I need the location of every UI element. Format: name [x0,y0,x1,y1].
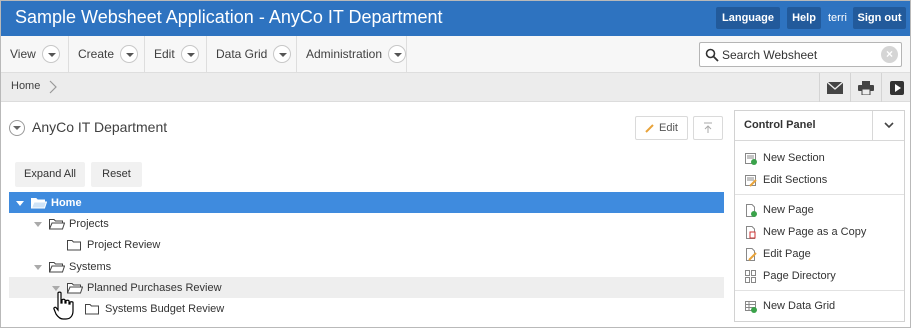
folder-open-icon [31,197,47,208]
chevron-down-icon[interactable] [41,45,60,63]
tree-node-label: Systems [69,260,112,273]
expand-triangle-icon[interactable] [33,262,43,272]
cp-new-data-grid[interactable]: New Data Grid [745,297,835,315]
menu-administration[interactable]: Administration [297,36,407,72]
copy-page-icon [746,225,756,239]
cp-new-section[interactable]: New Section [745,149,825,167]
new-page-icon [746,203,757,217]
printer-icon [858,80,874,95]
edit-sections-icon [745,174,757,187]
tree-node-label: Systems Budget Review [105,302,225,315]
chevron-down-icon[interactable] [388,45,406,63]
tree-node-systems-budget-review[interactable]: Systems Budget Review [9,298,724,319]
region-title: AnyCo IT Department [32,119,168,135]
search-icon [705,48,719,62]
cp-item-label: New Section [763,152,825,164]
new-section-icon [745,152,757,165]
cp-item-label: Page Directory [763,270,836,282]
print-button[interactable] [850,73,881,102]
chevron-down-icon [884,122,894,129]
menu-administration-label: Administration [306,47,383,61]
page-directory-icon [745,269,756,283]
tree-node-label: Project Review [87,238,161,251]
cp-item-label: New Page [763,204,814,216]
tree-node-systems[interactable]: Systems [9,256,724,277]
search-input[interactable] [722,46,872,64]
region-edit-label: Edit [659,122,678,134]
cp-item-label: New Page as a Copy [763,226,867,238]
chevron-right-icon [49,80,57,94]
tree-node-label: Projects [69,217,109,230]
menu-edit[interactable]: Edit [145,36,207,72]
new-data-grid-icon [745,300,757,313]
clear-icon[interactable]: × [881,46,898,63]
reset-button[interactable]: Reset [91,162,142,187]
tree-node-projects[interactable]: Projects [9,213,724,234]
menu-view[interactable]: View [1,36,69,72]
folder-open-icon [49,261,65,272]
play-icon [890,80,904,95]
app-title: Sample Websheet Application - AnyCo IT D… [15,7,443,27]
help-button[interactable]: Help [787,7,821,29]
expand-all-button[interactable]: Expand All [15,162,85,187]
envelope-icon [827,81,843,94]
folder-open-icon [49,218,65,229]
region-collapse-toggle[interactable] [9,120,25,136]
menu-create[interactable]: Create [69,36,145,72]
control-panel-toggle[interactable] [872,111,904,140]
control-panel: Control Panel New Section Edit Sections … [734,110,905,322]
tree-node-label: Home [51,196,82,209]
menu-create-label: Create [78,47,115,61]
menu-bar: View Create Edit Data Grid Administratio… [1,36,910,73]
breadcrumb-home[interactable]: Home [11,80,40,92]
cp-edit-page[interactable]: Edit Page [745,245,811,263]
breadcrumb-bar: Home [1,73,910,102]
menu-data-grid[interactable]: Data Grid [207,36,297,72]
tree-node-project-review[interactable]: Project Review [9,234,724,255]
folder-icon [67,239,81,250]
chevron-down-icon[interactable] [180,45,199,63]
cp-page-directory[interactable]: Page Directory [745,267,836,285]
tree-node-label: Planned Purchases Review [87,281,222,294]
cp-new-page-copy[interactable]: New Page as a Copy [745,223,866,241]
cp-new-page[interactable]: New Page [745,201,814,219]
menu-edit-label: Edit [154,47,175,61]
control-panel-title: Control Panel [744,119,816,131]
sign-out-button[interactable]: Sign out [853,7,906,29]
scroll-top-button[interactable] [693,116,723,140]
cp-edit-sections[interactable]: Edit Sections [745,171,827,189]
cp-item-label: Edit Sections [763,174,828,186]
menu-view-label: View [10,47,36,61]
arrow-top-icon [704,122,712,133]
chevron-down-icon[interactable] [120,45,139,63]
expand-triangle-icon[interactable] [33,219,43,229]
menu-data-grid-label: Data Grid [216,47,268,61]
edit-page-icon [746,247,757,261]
email-button[interactable] [819,73,850,102]
control-panel-header: Control Panel [735,111,904,141]
divider [735,194,904,195]
region-edit-button[interactable]: Edit [635,116,688,140]
divider [735,290,904,291]
language-button[interactable]: Language [716,7,780,29]
user-name: terri [828,12,847,24]
present-button[interactable] [881,73,911,102]
pencil-icon [645,124,654,133]
search-box[interactable]: × [699,42,902,67]
tree-node-planned-purchases-review[interactable]: Planned Purchases Review [9,277,724,298]
cp-item-label: Edit Page [763,248,811,260]
expand-triangle-icon[interactable] [15,198,25,208]
cp-item-label: New Data Grid [763,300,836,312]
chevron-down-icon[interactable] [273,45,292,63]
app-header: Sample Websheet Application - AnyCo IT D… [1,1,910,36]
hand-cursor-icon [53,291,74,320]
tree-node-home[interactable]: Home [9,192,724,213]
folder-icon [85,303,99,314]
